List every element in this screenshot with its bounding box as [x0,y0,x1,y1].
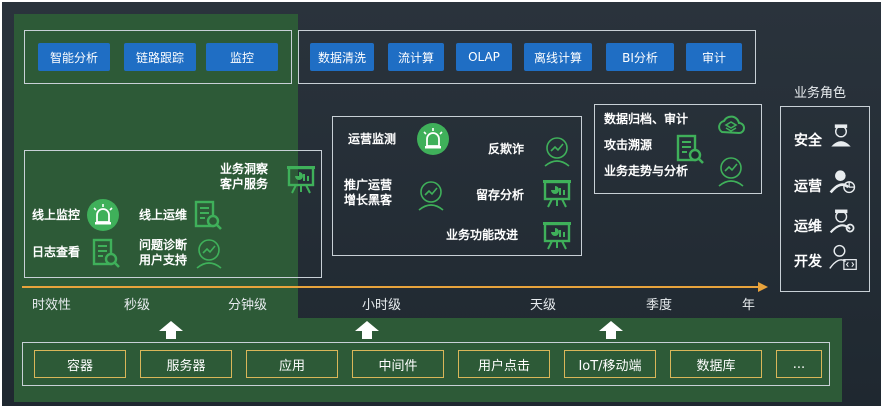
report-search-icon [676,134,704,164]
label-anti-fraud: 反欺诈 [488,142,525,156]
source-more: ... [776,350,822,378]
tool-trace: 链路跟踪 [124,43,196,71]
alarm-light-icon [417,123,449,155]
source-container: 容器 [34,350,126,378]
role-maintenance: 运维 [794,219,822,235]
label-online-monitor: 线上监控 [32,208,81,222]
timeline-arrow [22,282,768,292]
label-diagnosis: 问题诊断 用户支持 [139,238,188,267]
tool-data-cleaning: 数据清洗 [310,43,374,71]
architecture-diagram: 智能分析 链路跟踪 监控 数据清洗 流计算 OLAP 离线计算 BI分析 审计 … [2,2,881,406]
label-online-ops: 线上运维 [139,208,188,222]
timeline-label: 时效性 [32,298,72,313]
presentation-chart-icon [287,166,315,194]
role-developer: 开发 [794,254,822,270]
source-server: 服务器 [140,350,232,378]
label-retention: 留存分析 [476,188,525,202]
label-trend: 业务走势与分析 [604,164,689,178]
label-promo: 推广运营 增长黑客 [344,178,393,207]
tool-monitor: 监控 [206,43,278,71]
up-arrow-icon [599,321,623,339]
role-security: 安全 [794,133,822,149]
source-user-click: 用户点击 [458,350,550,378]
label-archive: 数据归档、审计 [604,112,689,126]
source-middleware: 中间件 [352,350,444,378]
source-database: 数据库 [670,350,762,378]
security-guard-icon [831,124,851,147]
timeline-quarter: 季度 [646,298,673,313]
analyst-icon [544,137,570,167]
tool-offline: 离线计算 [524,43,592,71]
timeline-days: 天级 [530,298,557,313]
roles-title: 业务角色 [794,86,847,101]
alarm-light-icon [87,199,119,231]
up-arrow-icon [355,321,379,339]
report-search-icon [194,200,222,230]
presentation-chart-icon [543,222,571,250]
timeline-seconds: 秒级 [124,298,151,313]
cloud-data-icon [718,115,745,135]
analyst-icon [718,157,744,187]
timeline-year: 年 [742,298,756,313]
tool-olap: OLAP [456,43,512,71]
presentation-chart-icon [543,180,571,208]
timeline-hours: 小时级 [362,298,402,313]
tool-smart-analysis: 智能分析 [38,43,110,71]
label-insight: 业务洞察 客户服务 [220,162,269,191]
timeline-minutes: 分钟级 [228,298,268,313]
engineer-gear-icon [829,209,855,234]
analyst-icon [196,239,222,269]
log-search-icon [92,238,120,268]
tool-audit: 审计 [686,43,742,71]
label-log-view: 日志查看 [32,245,81,259]
label-trace: 攻击溯源 [604,138,653,152]
source-iot-mobile: IoT/移动端 [564,350,656,378]
source-app: 应用 [246,350,338,378]
analyst-icon [418,181,444,211]
role-operations: 运营 [794,179,822,195]
tool-bi: BI分析 [606,43,674,71]
tool-stream: 流计算 [388,43,444,71]
label-ops-monitor: 运营监测 [348,132,397,146]
user-chart-icon [829,170,856,194]
up-arrow-icon [159,321,183,339]
label-improve: 业务功能改进 [446,228,519,242]
developer-code-icon [829,244,857,270]
